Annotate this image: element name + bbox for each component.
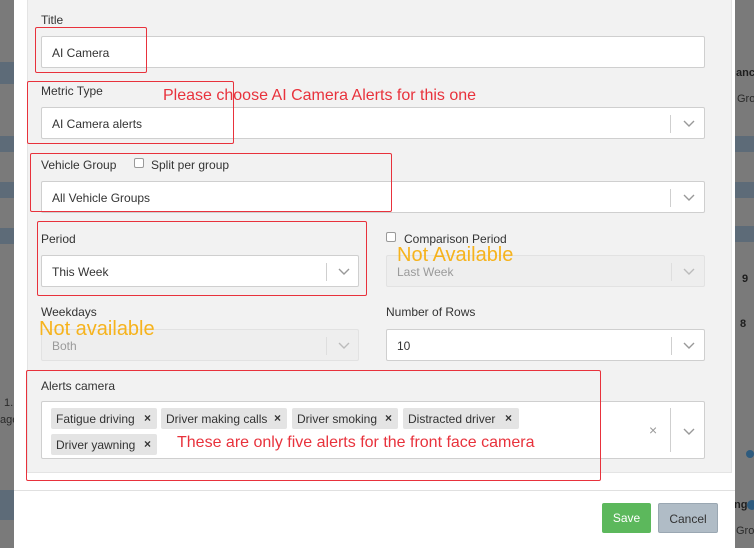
weekdays-value: Both [52,339,77,353]
clear-all-icon[interactable]: × [649,422,657,438]
weekdays-label: Weekdays [41,305,97,319]
cancel-button[interactable]: Cancel [658,503,718,533]
annotation-alerts-note: These are only five alerts for the front… [177,434,535,451]
title-label: Title [41,13,64,27]
annotation-box-title [35,27,147,73]
background-row-strip [0,182,14,198]
comparison-period-checkbox[interactable] [386,232,396,242]
background-text: Grou [737,93,754,105]
background-row-strip [735,182,754,198]
annotation-box-alerts-camera [26,370,601,481]
chevron-down-icon [338,342,350,349]
chevron-down-icon[interactable] [682,190,696,204]
background-row-strip [735,136,754,152]
number-of-rows-label: Number of Rows [386,305,476,319]
number-of-rows-value: 10 [397,339,411,353]
comparison-period-value: Last Week [397,265,454,279]
background-dot-icon [746,450,754,458]
select-divider [671,337,672,355]
number-of-rows-select[interactable]: 10 [386,329,705,361]
edit-widget-modal: Title AI Camera Metric Type AI Camera al… [14,0,735,548]
background-header-strip [0,62,14,84]
chevron-down-icon[interactable] [682,424,696,438]
background-info-icon [747,500,754,510]
annotation-box-period [37,221,367,296]
chevron-down-icon[interactable] [682,338,696,352]
background-footer-strip [0,490,14,520]
background-row-strip [0,228,14,244]
chevron-down-icon [683,268,695,275]
annotation-weekdays-note: Not available [39,318,155,340]
background-row-strip [0,136,14,152]
select-divider [326,337,327,355]
modal-footer-divider [14,490,735,491]
background-text: Grou [736,525,754,537]
select-divider [670,408,671,452]
background-text: 8 [740,318,747,330]
background-text: 1. [4,397,14,409]
background-row-strip [735,226,754,242]
select-divider [671,263,672,281]
chevron-down-icon[interactable] [682,116,696,130]
background-text: 9 [742,273,749,285]
annotation-comparison-note: Not Available [397,244,514,266]
select-divider [670,189,671,207]
annotation-metric-note: Please choose AI Camera Alerts for this … [163,87,477,104]
select-divider [670,115,671,133]
annotation-box-vehicle-group [30,153,392,212]
background-text: ng [734,499,748,511]
background-text: anc [736,67,754,79]
save-button[interactable]: Save [602,503,651,533]
